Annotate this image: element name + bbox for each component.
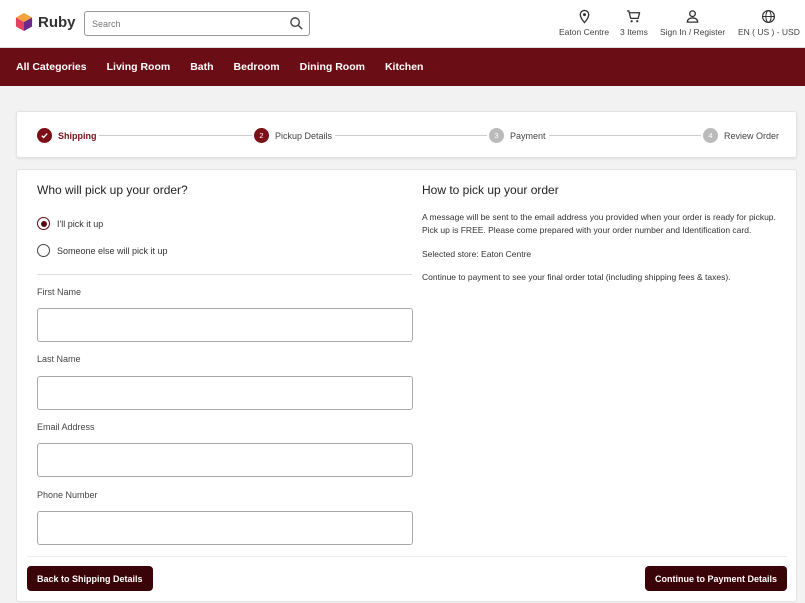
brand-logo[interactable]: Ruby <box>15 12 76 32</box>
divider <box>37 274 412 275</box>
step-shipping[interactable]: Shipping <box>35 128 99 143</box>
step-review-order[interactable]: 4 Review Order <box>701 128 782 143</box>
radio-button[interactable] <box>37 244 50 257</box>
nav-all-categories[interactable]: All Categories <box>16 61 87 73</box>
step-number: 4 <box>703 128 718 143</box>
step-label: Pickup Details <box>275 130 333 141</box>
last-name-label: Last Name <box>37 354 81 364</box>
email-input[interactable] <box>38 444 412 476</box>
checkout-stepper: Shipping 2 Pickup Details 3 Payment 4 Re… <box>16 111 797 158</box>
cart-count: 3 Items <box>620 27 648 37</box>
last-name-field[interactable] <box>37 376 413 410</box>
cart-icon <box>627 10 641 23</box>
email-label: Email Address <box>37 422 95 432</box>
first-name-label: First Name <box>37 287 82 297</box>
phone-field[interactable] <box>37 511 413 545</box>
nav-living-room[interactable]: Living Room <box>107 61 171 73</box>
radio-label: Someone else will pick it up <box>57 245 168 256</box>
step-number: 3 <box>489 128 504 143</box>
phone-input[interactable] <box>38 512 412 544</box>
category-nav: All Categories Living Room Bath Bedroom … <box>0 48 805 86</box>
radio-self-pickup[interactable]: I'll pick it up <box>37 217 103 230</box>
payment-note: Continue to payment to see your final or… <box>422 272 731 282</box>
pickup-title: Who will pick up your order? <box>37 183 188 197</box>
step-number: 2 <box>254 128 269 143</box>
phone-label: Phone Number <box>37 490 98 500</box>
user-icon <box>686 10 699 23</box>
search-icon[interactable] <box>289 16 304 31</box>
sign-in-label: Sign In / Register <box>660 27 726 37</box>
continue-to-payment-button[interactable]: Continue to Payment Details <box>644 566 787 591</box>
email-field[interactable] <box>37 443 413 477</box>
first-name-field[interactable] <box>37 308 413 342</box>
nav-bath[interactable]: Bath <box>190 61 213 73</box>
search-box[interactable] <box>84 11 310 36</box>
radio-label: I'll pick it up <box>57 218 104 229</box>
step-pickup-details[interactable]: 2 Pickup Details <box>252 128 335 143</box>
account-button[interactable]: Sign In / Register <box>660 9 725 37</box>
globe-icon <box>762 9 776 24</box>
cart-button[interactable]: 3 Items <box>620 9 648 37</box>
step-connector <box>335 135 487 136</box>
nav-kitchen[interactable]: Kitchen <box>385 61 424 73</box>
info-paragraph: A message will be sent to the email addr… <box>422 212 776 235</box>
store-selector[interactable]: Eaton Centre <box>559 9 609 37</box>
location-pin-icon <box>579 9 589 24</box>
radio-someone-else[interactable]: Someone else will pick it up <box>37 244 168 257</box>
step-payment[interactable]: 3 Payment <box>487 128 548 143</box>
locale-label: EN ( US ) - USD <box>738 27 800 37</box>
search-input[interactable] <box>92 17 282 31</box>
store-label: Eaton Centre <box>559 27 610 37</box>
step-label: Shipping <box>58 130 97 141</box>
check-icon <box>37 128 52 143</box>
step-connector <box>549 135 701 136</box>
locale-selector[interactable]: EN ( US ) - USD <box>738 9 800 37</box>
step-connector <box>99 135 257 136</box>
last-name-input[interactable] <box>38 377 412 409</box>
brand-name: Ruby <box>38 13 76 31</box>
cube-logo-icon <box>15 13 33 31</box>
divider <box>27 556 787 557</box>
step-label: Review Order <box>724 130 780 141</box>
pickup-form-card: Who will pick up your order? I'll pick i… <box>16 169 797 602</box>
nav-bedroom[interactable]: Bedroom <box>234 61 280 73</box>
first-name-input[interactable] <box>38 309 412 341</box>
info-title: How to pick up your order <box>422 183 559 197</box>
nav-dining-room[interactable]: Dining Room <box>300 61 365 73</box>
back-to-shipping-button[interactable]: Back to Shipping Details <box>27 566 153 591</box>
radio-button[interactable] <box>37 217 50 230</box>
step-label: Payment <box>510 130 546 141</box>
top-bar: Ruby Eaton Centre 3 Items Sign In / Regi… <box>0 0 805 48</box>
selected-store: Selected store: Eaton Centre <box>422 249 532 259</box>
